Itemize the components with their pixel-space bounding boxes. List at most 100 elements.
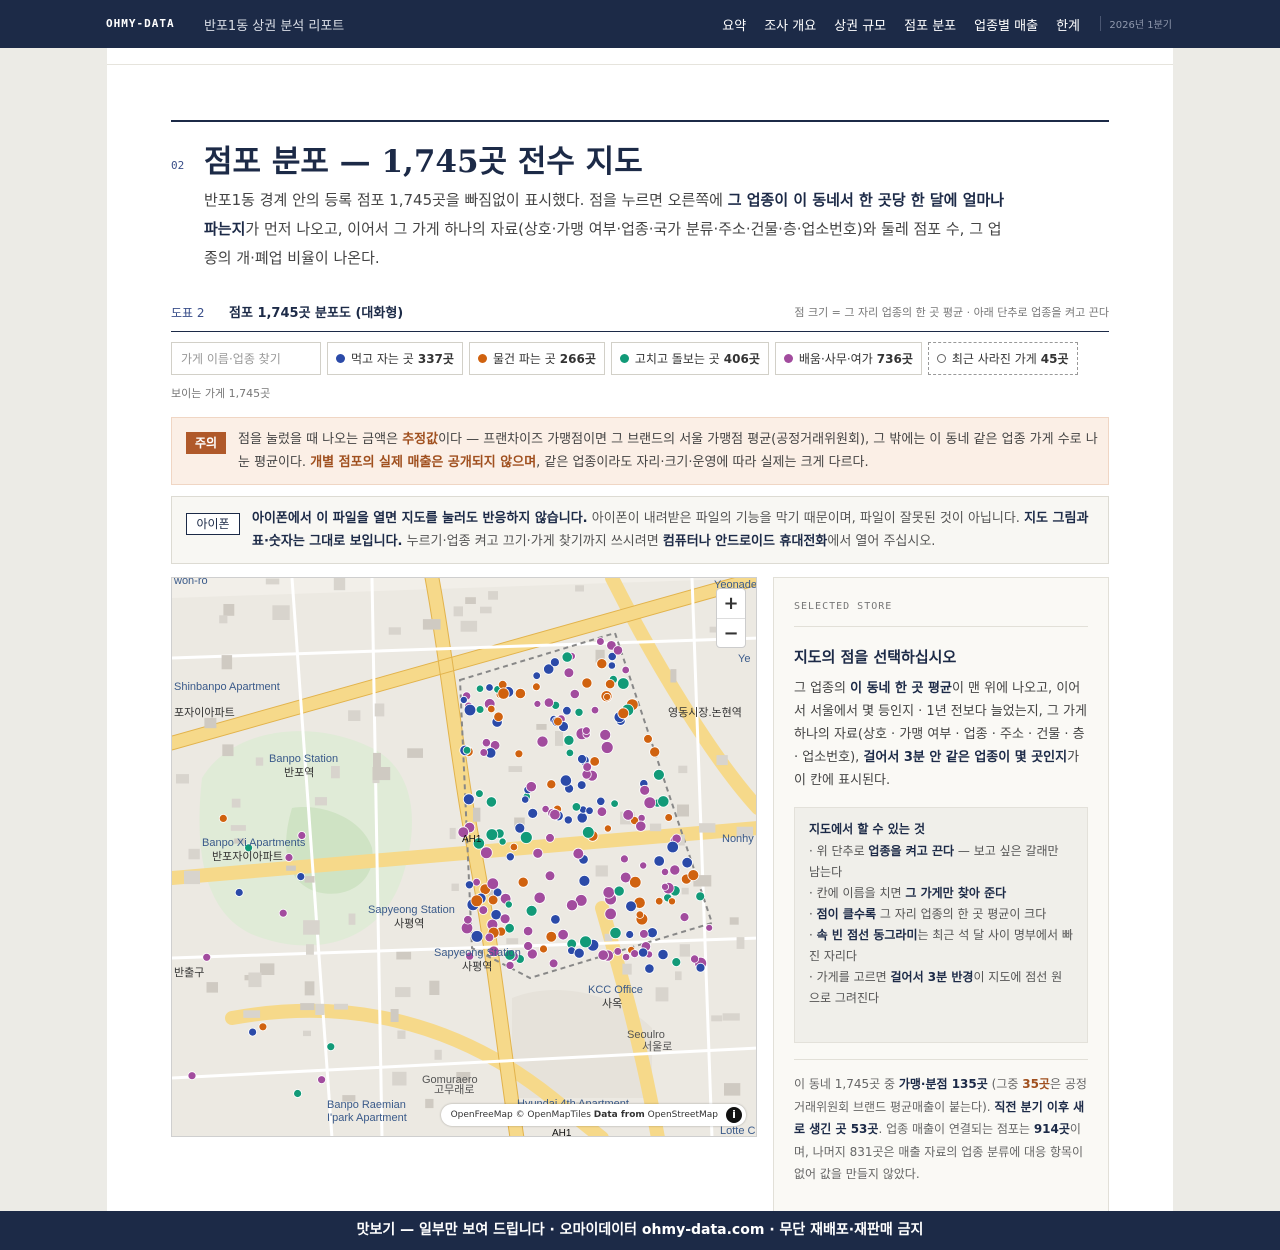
nav-link-scale[interactable]: 상권 규모 bbox=[834, 15, 886, 34]
store-dot[interactable] bbox=[597, 949, 609, 961]
zoom-out-button[interactable]: − bbox=[717, 618, 745, 647]
store-dot[interactable] bbox=[480, 846, 493, 860]
store-dot[interactable] bbox=[525, 781, 537, 793]
store-dot[interactable] bbox=[470, 894, 484, 908]
store-dot[interactable] bbox=[557, 929, 569, 941]
store-dot[interactable] bbox=[621, 665, 630, 675]
store-dot[interactable] bbox=[576, 812, 588, 824]
store-dot[interactable] bbox=[639, 784, 651, 796]
store-dot[interactable] bbox=[565, 899, 578, 912]
store-dot[interactable] bbox=[563, 815, 573, 825]
store-dot[interactable] bbox=[563, 667, 575, 678]
store-dot[interactable] bbox=[574, 707, 584, 717]
store-dot[interactable] bbox=[630, 949, 640, 959]
store-dot[interactable] bbox=[533, 700, 542, 708]
store-dot[interactable] bbox=[612, 645, 624, 656]
store-dot[interactable] bbox=[590, 705, 600, 715]
store-dot[interactable] bbox=[604, 679, 616, 690]
store-dot[interactable] bbox=[635, 820, 647, 832]
store-dot[interactable] bbox=[690, 954, 700, 964]
store-dot[interactable] bbox=[579, 935, 593, 949]
store-dot[interactable] bbox=[293, 1089, 302, 1098]
store-dot[interactable] bbox=[485, 796, 497, 808]
store-dot[interactable] bbox=[296, 872, 306, 882]
store-dot[interactable] bbox=[607, 661, 616, 670]
store-dot[interactable] bbox=[599, 728, 612, 741]
store-dot[interactable] bbox=[666, 840, 679, 854]
store-dot[interactable] bbox=[578, 874, 591, 887]
store-dot[interactable] bbox=[646, 927, 658, 939]
store-dot[interactable] bbox=[563, 734, 575, 746]
store-dot[interactable] bbox=[539, 944, 548, 954]
store-dot[interactable] bbox=[284, 853, 294, 862]
store-dot[interactable] bbox=[479, 748, 489, 757]
info-icon[interactable]: i bbox=[726, 1107, 742, 1123]
store-dot[interactable] bbox=[493, 711, 504, 723]
store-dot[interactable] bbox=[585, 806, 594, 815]
store-dot[interactable] bbox=[543, 697, 554, 708]
store-dot[interactable] bbox=[637, 813, 646, 823]
store-dot[interactable] bbox=[565, 748, 575, 758]
store-dot[interactable] bbox=[514, 749, 524, 759]
store-dot[interactable] bbox=[625, 900, 637, 913]
store-dot[interactable] bbox=[610, 799, 619, 808]
store-dot[interactable] bbox=[258, 1022, 268, 1032]
store-dot[interactable] bbox=[629, 876, 642, 889]
store-dot[interactable] bbox=[657, 948, 669, 961]
store-dot[interactable] bbox=[522, 925, 534, 937]
filter-chip-retail[interactable]: 물건 파는 곳 266곳 bbox=[468, 342, 605, 375]
store-dot[interactable] bbox=[504, 923, 515, 934]
store-dot[interactable] bbox=[487, 894, 499, 906]
store-dot[interactable] bbox=[475, 705, 485, 714]
store-dot[interactable] bbox=[681, 857, 693, 869]
store-dot[interactable] bbox=[517, 876, 529, 888]
store-dot[interactable] bbox=[571, 802, 582, 812]
store-dot[interactable] bbox=[462, 746, 472, 755]
store-dot[interactable] bbox=[459, 695, 468, 704]
store-dot[interactable] bbox=[576, 780, 587, 790]
store-dot[interactable] bbox=[562, 705, 572, 716]
store-dot[interactable] bbox=[687, 869, 700, 882]
store-dot[interactable] bbox=[657, 795, 670, 808]
store-dot[interactable] bbox=[202, 952, 212, 962]
store-dot[interactable] bbox=[532, 682, 541, 692]
store-dot[interactable] bbox=[695, 891, 706, 902]
store-dot[interactable] bbox=[545, 930, 558, 943]
store-dot[interactable] bbox=[504, 900, 513, 909]
store-search-input[interactable] bbox=[171, 342, 321, 375]
store-dot[interactable] bbox=[548, 958, 559, 969]
store-dot[interactable] bbox=[581, 677, 593, 689]
filter-chip-food[interactable]: 먹고 자는 곳 337곳 bbox=[327, 342, 463, 375]
nav-link-distribution[interactable]: 점포 분포 bbox=[904, 15, 956, 34]
store-dot[interactable] bbox=[475, 684, 485, 693]
store-dot[interactable] bbox=[613, 885, 625, 897]
store-dot[interactable] bbox=[589, 756, 600, 767]
store-dot[interactable] bbox=[582, 726, 591, 735]
store-dot[interactable] bbox=[635, 910, 645, 919]
filter-chip-closed[interactable]: 최근 사라진 가게 45곳 bbox=[927, 342, 1078, 375]
nav-link-summary[interactable]: 요약 bbox=[722, 15, 746, 34]
store-dot[interactable] bbox=[463, 915, 473, 925]
store-dot[interactable] bbox=[561, 651, 573, 663]
store-map[interactable]: Shinbanpo Apartment 포자이아파트 Banpo Station… bbox=[171, 577, 757, 1137]
store-dot[interactable] bbox=[472, 878, 481, 887]
store-dot[interactable] bbox=[639, 861, 648, 870]
store-dot[interactable] bbox=[484, 932, 495, 943]
store-dot[interactable] bbox=[617, 707, 630, 720]
store-dot[interactable] bbox=[660, 882, 669, 891]
store-dot[interactable] bbox=[527, 807, 539, 819]
store-dot[interactable] bbox=[485, 683, 494, 692]
store-dot[interactable] bbox=[671, 957, 682, 968]
store-dot[interactable] bbox=[532, 847, 544, 859]
store-dot[interactable] bbox=[487, 704, 496, 714]
store-dot[interactable] bbox=[475, 789, 484, 798]
store-dot[interactable] bbox=[653, 855, 665, 867]
store-dot[interactable] bbox=[643, 796, 657, 810]
store-dot[interactable] bbox=[705, 923, 714, 932]
store-dot[interactable] bbox=[667, 897, 676, 906]
store-dot[interactable] bbox=[549, 808, 561, 821]
store-dot[interactable] bbox=[521, 795, 530, 804]
store-dot[interactable] bbox=[532, 671, 541, 680]
store-dot[interactable] bbox=[613, 947, 623, 956]
store-dot[interactable] bbox=[655, 897, 664, 906]
